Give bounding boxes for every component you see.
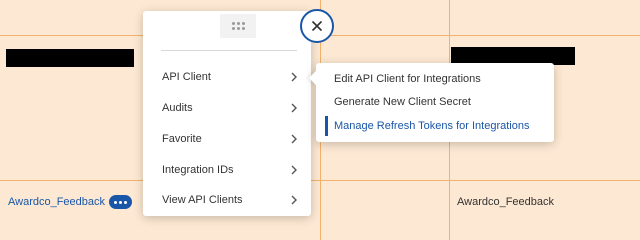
menu-item-label: Favorite bbox=[162, 133, 202, 145]
api-client-submenu: Edit API Client for Integrations Generat… bbox=[316, 63, 554, 142]
menu-item-label: Integration IDs bbox=[162, 164, 234, 176]
menu-item-view-api-clients[interactable]: View API Clients bbox=[143, 189, 311, 211]
chevron-right-icon bbox=[289, 195, 299, 205]
submenu-item-edit-api-client[interactable]: Edit API Client for Integrations bbox=[325, 69, 550, 89]
more-horizontal-icon-dot bbox=[124, 200, 127, 204]
menu-item-api-client[interactable]: API Client bbox=[143, 66, 311, 88]
menu-divider bbox=[161, 50, 297, 51]
drag-handle-icon[interactable] bbox=[220, 14, 256, 38]
menu-item-favorite[interactable]: Favorite bbox=[143, 128, 311, 150]
submenu-item-generate-client-secret[interactable]: Generate New Client Secret bbox=[325, 92, 550, 112]
close-icon bbox=[311, 20, 323, 32]
chevron-right-icon bbox=[289, 165, 299, 175]
chevron-right-icon bbox=[289, 72, 299, 82]
chevron-right-icon bbox=[289, 103, 299, 113]
menu-item-label: API Client bbox=[162, 71, 211, 83]
more-options-button[interactable] bbox=[109, 195, 132, 209]
context-menu: API Client Audits Favorite Integration I… bbox=[143, 11, 311, 216]
row-name-cell: Awardco_Feedback bbox=[457, 196, 555, 208]
menu-item-label: Audits bbox=[162, 102, 193, 114]
chevron-right-icon bbox=[289, 134, 299, 144]
more-horizontal-icon-dot bbox=[119, 200, 122, 204]
close-button[interactable] bbox=[300, 9, 334, 43]
more-horizontal-icon bbox=[114, 200, 117, 204]
row-name-link[interactable]: Awardco_Feedback bbox=[8, 195, 105, 209]
submenu-item-manage-refresh-tokens[interactable]: Manage Refresh Tokens for Integrations bbox=[325, 116, 550, 136]
menu-item-audits[interactable]: Audits bbox=[143, 97, 311, 119]
menu-item-label: View API Clients bbox=[162, 194, 243, 206]
menu-item-integration-ids[interactable]: Integration IDs bbox=[143, 159, 311, 181]
redacted-cell bbox=[6, 49, 134, 67]
